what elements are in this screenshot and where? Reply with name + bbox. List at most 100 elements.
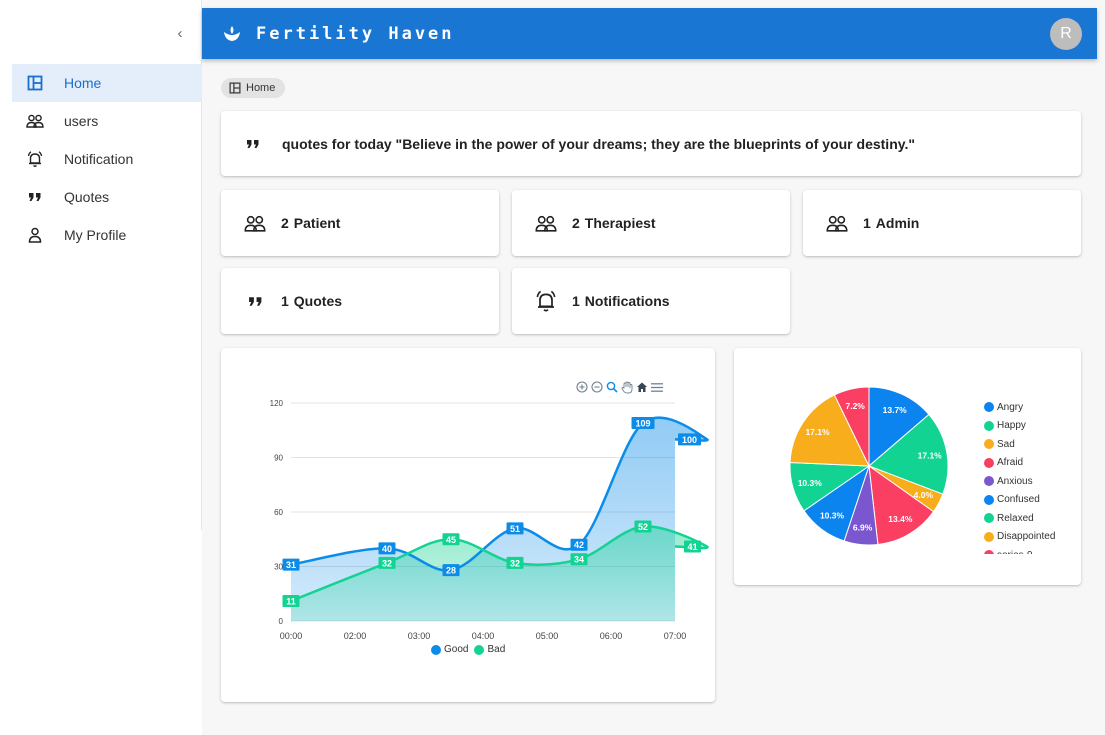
y-tick-label: 90	[274, 454, 283, 463]
mood-trend-chart-card: 0 30 60 90 120 00:00 02:00 03:00 04:00 05:00 06:00…	[221, 348, 715, 702]
legend-item-anxious[interactable]: Anxious	[984, 472, 1079, 491]
data-label: 34	[574, 555, 584, 565]
dashboard-icon	[229, 82, 241, 94]
y-tick-label: 30	[274, 563, 283, 572]
x-tick-label: 05:00	[536, 631, 559, 641]
stat-label: Patient	[293, 215, 341, 231]
legend-item-disappointed[interactable]: Disappointed	[984, 528, 1079, 547]
collapse-sidebar-button[interactable]: ‹	[170, 24, 190, 44]
sidebar-item-label: Quotes	[64, 189, 110, 205]
legend-item-bad[interactable]: Bad	[474, 644, 505, 655]
x-tick-label: 02:00	[344, 631, 367, 641]
stat-card-therapist[interactable]: 2 Therapiest	[512, 190, 790, 256]
pie-slice-label: 10.3%	[798, 478, 823, 488]
pie-slice-label: 10.3%	[820, 510, 845, 520]
legend-swatch	[474, 644, 485, 655]
sidebar-item-label: users	[64, 113, 99, 129]
sidebar-item-notification[interactable]: Notification	[12, 140, 202, 178]
legend-swatch	[984, 439, 994, 450]
quote-of-day-card: quotes for today "Believe in the power o…	[221, 111, 1081, 176]
legend-item-sad[interactable]: Sad	[984, 435, 1079, 454]
legend-item-relaxed[interactable]: Relaxed	[984, 509, 1079, 528]
line-chart-legend: Good Bad	[431, 644, 511, 655]
y-tick-label: 120	[270, 399, 284, 408]
x-tick-label: 03:00	[408, 631, 431, 641]
sidebar-item-my-profile[interactable]: My Profile	[12, 216, 202, 254]
data-label: 109	[635, 418, 650, 428]
breadcrumb[interactable]: Home	[221, 78, 286, 98]
pie-slice-label: 7.2%	[845, 401, 865, 411]
legend-item-confused[interactable]: Confused	[984, 491, 1079, 510]
pie-slice-label: 17.1%	[805, 427, 830, 437]
app-bar: Fertility Haven R	[202, 8, 1097, 59]
legend-swatch	[984, 476, 994, 487]
data-label: 52	[638, 522, 648, 532]
legend-label: Happy	[997, 420, 1026, 432]
legend-swatch	[984, 420, 994, 431]
legend-label: Sad	[997, 438, 1015, 450]
legend-label: Confused	[997, 494, 1040, 506]
sidebar-item-label: My Profile	[64, 227, 127, 243]
stat-card-admin[interactable]: 1 Admin	[803, 190, 1081, 256]
users-icon	[241, 209, 269, 237]
stat-label: Quotes	[293, 293, 343, 309]
app-title: Fertility Haven	[256, 23, 455, 44]
x-tick-label: 00:00	[280, 631, 303, 641]
legend-item-afraid[interactable]: Afraid	[984, 454, 1079, 473]
legend-swatch	[984, 494, 994, 505]
sidebar: ‹ Home users Notification Quotes My Prof…	[0, 0, 202, 530]
sidebar-nav: Home users Notification Quotes My Profil…	[12, 64, 202, 254]
legend-swatch	[984, 550, 994, 554]
legend-swatch	[984, 531, 994, 542]
sidebar-item-quotes[interactable]: Quotes	[12, 178, 202, 216]
legend-item-good[interactable]: Good	[431, 644, 468, 655]
legend-label: Disappointed	[997, 531, 1056, 543]
sidebar-item-home[interactable]: Home	[12, 64, 202, 102]
legend-swatch	[984, 457, 994, 468]
pie-slice-label: 13.7%	[883, 405, 908, 415]
data-label: 51	[510, 524, 520, 534]
stat-card-notifications[interactable]: 1 Notifications	[512, 268, 790, 334]
chevron-left-icon: ‹	[177, 25, 183, 42]
avatar[interactable]: R	[1050, 18, 1082, 50]
sidebar-item-label: Notification	[64, 151, 134, 167]
users-icon	[24, 110, 46, 132]
stat-label: Admin	[875, 215, 920, 231]
quote-icon	[241, 287, 269, 315]
pie-slice-label: 17.1%	[918, 450, 943, 460]
stat-value: 1	[863, 215, 871, 231]
lotus-logo-icon	[222, 24, 242, 44]
sidebar-footer-area	[0, 530, 202, 735]
stat-label: Therapiest	[584, 215, 656, 231]
dashboard-icon	[24, 72, 46, 94]
data-label: 40	[382, 544, 392, 554]
bell-icon	[532, 287, 560, 315]
sidebar-item-users[interactable]: users	[12, 102, 202, 140]
data-label: 32	[510, 558, 520, 568]
pie-slice-label: 4.0%	[914, 490, 934, 500]
data-label: 28	[446, 566, 456, 576]
data-label: 41	[687, 542, 697, 552]
y-tick-label: 60	[274, 508, 283, 517]
legend-label: Afraid	[997, 457, 1024, 469]
legend-swatch	[984, 513, 994, 524]
line-chart-plot: 0 30 60 90 120 00:00 02:00 03:00 04:00 05:00 06:00…	[270, 399, 709, 641]
data-label: 31	[286, 560, 296, 570]
stat-card-quotes[interactable]: 1 Quotes	[221, 268, 499, 334]
stat-label: Notifications	[584, 293, 670, 309]
emotion-pie-chart-card: 13.7% 17.1% 4.0% 13.4% 6.9% 10.3% 10.3% 17.1% 7.…	[734, 348, 1081, 585]
legend-label: Bad	[487, 644, 506, 655]
pie-chart-legend: Angry Happy Sad Afraid Anxious Confused Relaxe…	[984, 398, 1079, 554]
legend-item-angry[interactable]: Angry	[984, 398, 1079, 417]
data-label: 100	[682, 435, 697, 445]
data-label: 32	[382, 558, 392, 568]
stat-card-patient[interactable]: 2 Patient	[221, 190, 499, 256]
legend-item-happy[interactable]: Happy	[984, 417, 1079, 436]
legend-item-series-9[interactable]: series-9	[984, 546, 1079, 554]
quote-icon	[24, 186, 46, 208]
legend-label: Anxious	[997, 475, 1033, 487]
stat-value: 2	[281, 215, 289, 231]
person-icon	[24, 224, 46, 246]
legend-label: series-9	[997, 550, 1033, 554]
stat-value: 2	[572, 215, 580, 231]
